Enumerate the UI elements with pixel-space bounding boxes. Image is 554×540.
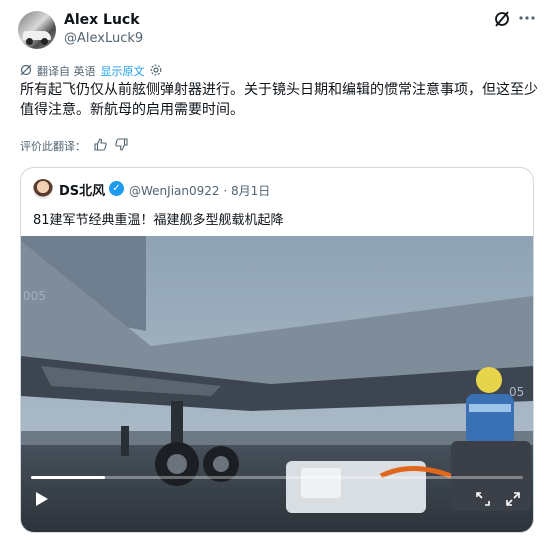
grok-icon[interactable] <box>493 10 511 32</box>
video-progress-bar[interactable] <box>31 476 523 479</box>
translate-icon <box>20 64 32 79</box>
video-frame: 005 05 <box>21 236 533 532</box>
video-progress-fill <box>31 476 105 479</box>
author-handle[interactable]: @AlexLuck9 <box>64 31 143 46</box>
aircraft-marking-2: 05 <box>509 385 524 399</box>
more-icon[interactable] <box>518 9 536 31</box>
rate-translation-row: 评价此翻译： <box>20 138 128 154</box>
quoted-text: 81建军节经典重温！福建舰多型舰载机起降 <box>33 213 284 228</box>
thumbs-up-icon[interactable] <box>94 138 107 154</box>
quoted-meta: @WenJian0922 · 8月1日 <box>129 182 270 199</box>
show-original-link[interactable]: 显示原文 <box>101 63 145 79</box>
video-player[interactable]: 005 05 <box>21 236 533 532</box>
rate-translation-label: 评价此翻译： <box>20 140 86 153</box>
tweet-text: 所有起飞仍仅从前舷侧弹射器进行。关于镜头日期和编辑的惯常注意事项，但这至少值得注… <box>20 82 538 118</box>
aircraft-marking: 005 <box>23 289 46 303</box>
fullscreen-icon[interactable] <box>505 491 521 511</box>
quoted-avatar[interactable] <box>33 179 53 199</box>
quoted-tweet-card[interactable]: DS北风 ✓ @WenJian0922 · 8月1日 81建军节经典重温！福建舰… <box>20 167 534 533</box>
avatar[interactable] <box>18 11 56 49</box>
thumbs-down-icon[interactable] <box>115 138 128 154</box>
author-name[interactable]: Alex Luck <box>64 12 140 28</box>
play-icon[interactable] <box>35 491 49 511</box>
expand-icon[interactable] <box>475 491 491 511</box>
translation-row: 翻译自 英语 显示原文 <box>20 63 162 79</box>
verified-icon: ✓ <box>109 181 124 196</box>
quoted-author-name[interactable]: DS北风 <box>59 180 105 199</box>
quoted-author-handle[interactable]: @WenJian0922 <box>129 184 220 198</box>
translated-from-label: 翻译自 英语 <box>37 65 96 78</box>
quoted-date[interactable]: · 8月1日 <box>223 184 270 198</box>
settings-icon[interactable] <box>150 64 162 79</box>
